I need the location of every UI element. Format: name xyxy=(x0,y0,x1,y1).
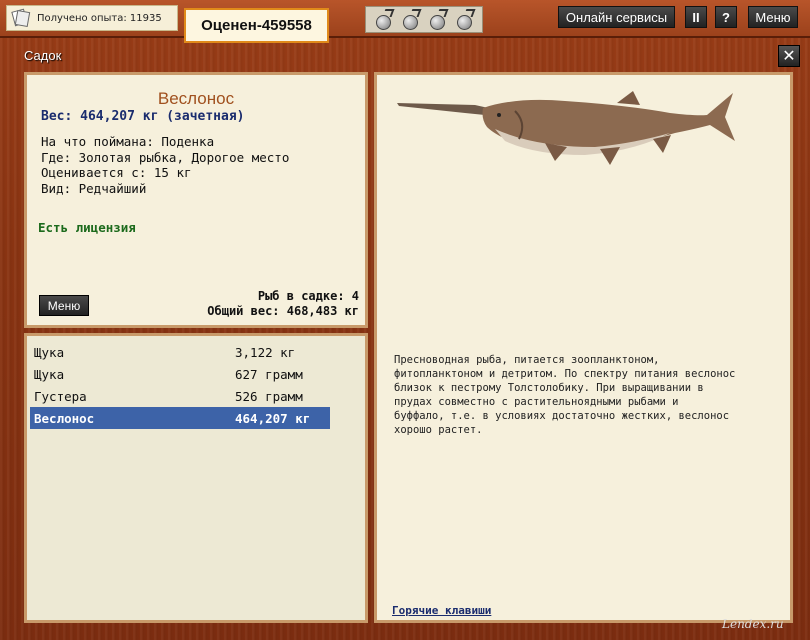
fish-info-panel: Веслонос Вес: 464,207 кг (зачетная) На ч… xyxy=(24,72,368,328)
rated-from: Оценивается с: 15 кг xyxy=(41,165,192,180)
list-item-weight: 464,207 кг xyxy=(235,411,311,426)
pages-icon[interactable] xyxy=(10,8,32,28)
fish-kind: Вид: Редчайший xyxy=(41,180,147,196)
online-services-button[interactable]: Онлайн сервисы xyxy=(558,6,675,28)
bait-icon[interactable] xyxy=(373,8,395,31)
list-item-weight: 526 грамм xyxy=(235,389,303,404)
close-icon[interactable]: ✕ xyxy=(778,45,800,67)
list-item-name: Веслонос xyxy=(34,411,95,426)
bait-slots xyxy=(365,6,483,33)
bait-icon[interactable] xyxy=(427,8,449,31)
list-item-name: Щука xyxy=(34,367,65,382)
description-line: хорошо растет. xyxy=(394,424,483,436)
list-item[interactable]: Щука 3,122 кг xyxy=(30,341,330,363)
paddlefish-image xyxy=(397,91,735,165)
license-status: Есть лицензия xyxy=(38,220,136,235)
fish-details: На что поймана: Поденка Где: Золотая рыб… xyxy=(41,134,289,196)
fish-description-panel: Пресноводная рыба, питается зоопланктоно… xyxy=(374,72,793,623)
catch-list-panel: Щука 3,122 кг Щука 627 грамм Густера 526… xyxy=(24,333,368,623)
hotkeys-link[interactable]: Горячие клавиши xyxy=(392,604,491,617)
description-line: Пресноводная рыба, питается зоопланктоно… xyxy=(394,354,660,366)
fish-name: Веслонос xyxy=(157,89,235,108)
fish-description: Пресноводная рыба, питается зоопланктоно… xyxy=(394,353,774,437)
list-item-selected[interactable]: Веслонос 464,207 кг xyxy=(30,407,330,429)
help-icon[interactable]: ? xyxy=(715,6,737,28)
description-line: буффало, т.е. в условиях достаточно жест… xyxy=(394,410,730,422)
list-item[interactable]: Густера 526 грамм xyxy=(30,385,330,407)
keepnet-summary: Рыб в садке: 4 Общий вес: 468,483 кг xyxy=(207,289,359,319)
window-title-bar: Садок xyxy=(10,45,802,67)
rated-badge: Оценен-459558 xyxy=(184,8,329,43)
experience-box: Получено опыта: 11935 xyxy=(6,5,178,31)
fish-menu-button[interactable]: Меню xyxy=(39,295,89,316)
fish-weight: Вес: 464,207 кг (зачетная) xyxy=(41,109,245,124)
fish-count: Рыб в садке: 4 xyxy=(257,289,359,303)
list-item-name: Густера xyxy=(34,389,87,404)
top-bar: Получено опыта: 11935 Онлайн сервисы II … xyxy=(0,0,810,38)
watermark: Lendex.ru xyxy=(722,617,784,631)
list-item-weight: 3,122 кг xyxy=(235,345,296,360)
list-item-name: Щука xyxy=(34,345,65,360)
description-line: фитопланктоном и детритом. По спектру пи… xyxy=(394,368,736,380)
main-menu-button[interactable]: Меню xyxy=(748,6,798,28)
caught-on: На что поймана: Поденка xyxy=(41,134,215,149)
description-line: близок к пестрому Толстолобику. При выра… xyxy=(394,382,704,394)
window-title: Садок xyxy=(24,48,62,63)
location: Где: Золотая рыбка, Дорогое место xyxy=(41,149,290,165)
bait-icon[interactable] xyxy=(400,8,422,31)
pause-icon[interactable]: II xyxy=(685,6,707,28)
list-item-weight: 627 грамм xyxy=(235,367,303,382)
total-weight: Общий вес: 468,483 кг xyxy=(207,304,359,318)
list-item[interactable]: Щука 627 грамм xyxy=(30,363,330,385)
description-line: прудах совместно с растительноядными рыб… xyxy=(394,396,679,408)
experience-text: Получено опыта: 11935 xyxy=(37,12,162,24)
bait-icon[interactable] xyxy=(454,8,476,31)
